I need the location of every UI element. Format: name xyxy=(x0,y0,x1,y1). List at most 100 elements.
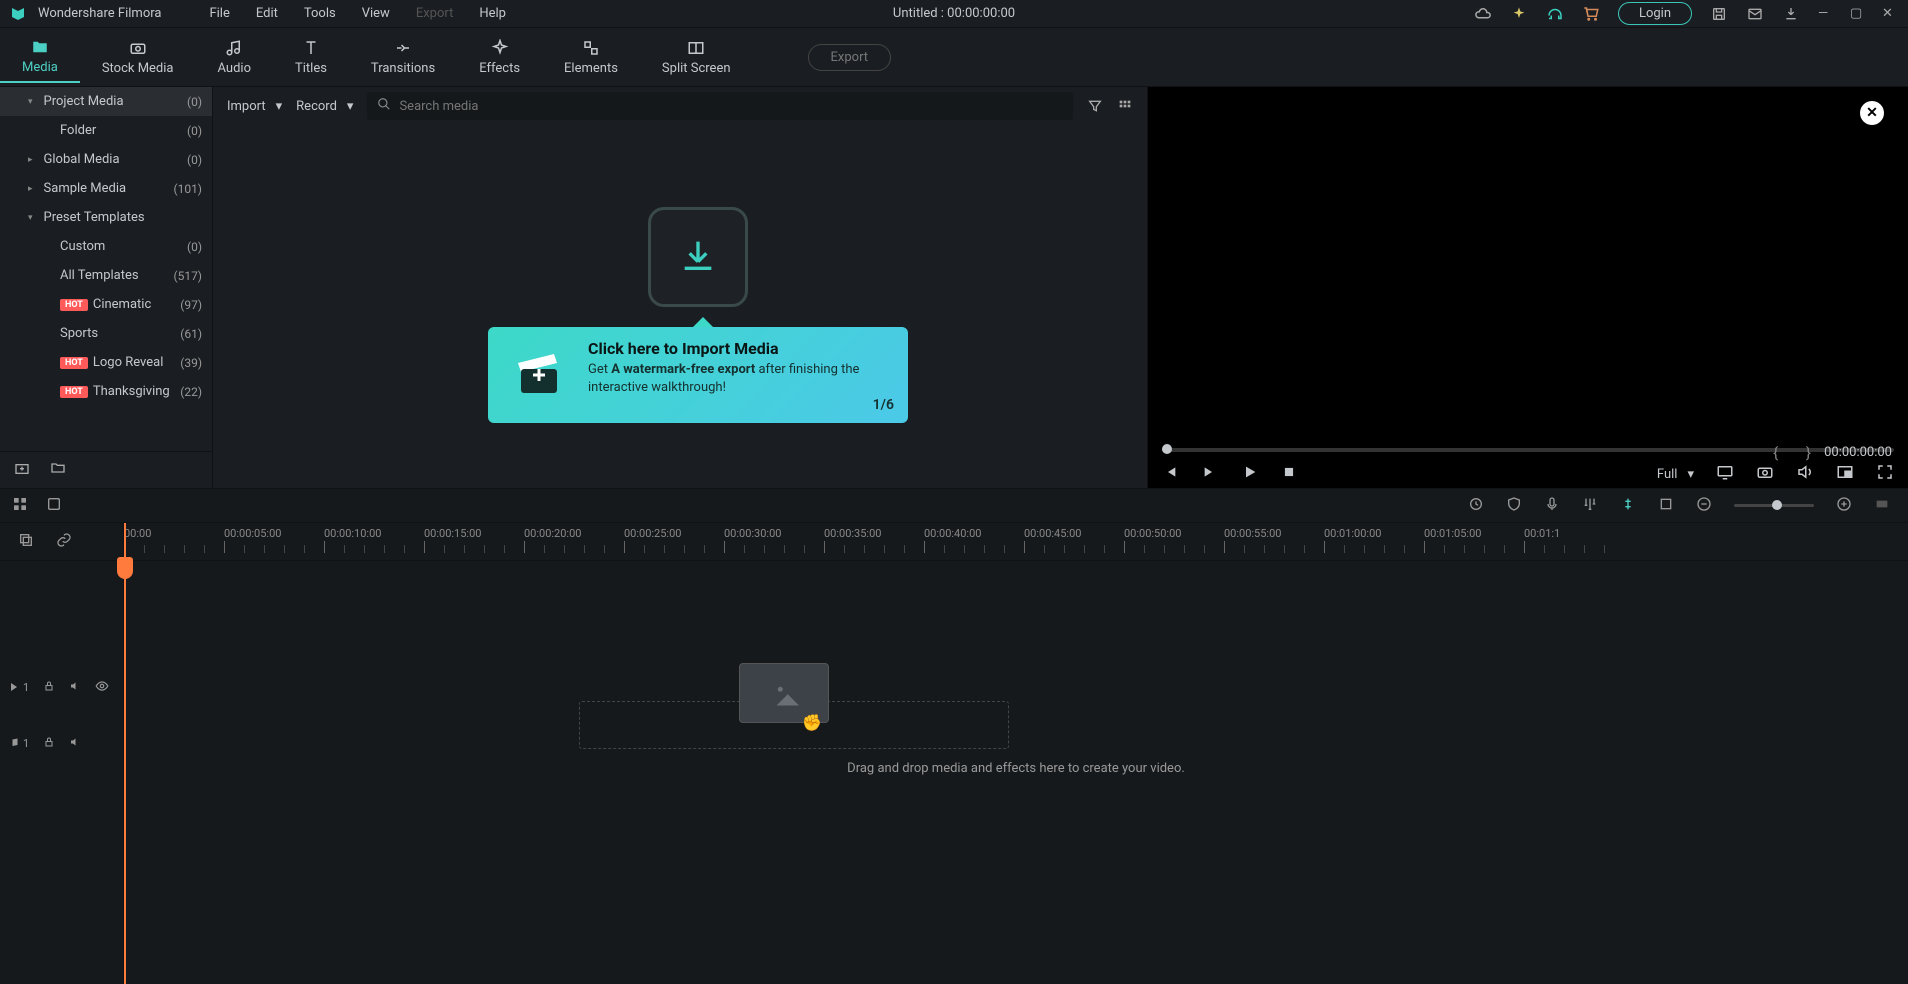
sidebar-item-count: (0) xyxy=(187,95,202,109)
hot-badge: HOT xyxy=(60,357,88,369)
tab-transitions[interactable]: Transitions xyxy=(349,33,457,82)
in-out-marks[interactable]: { } xyxy=(1773,444,1823,462)
tooltip-body: Get A watermark-free export after finish… xyxy=(588,361,892,396)
mic-download-icon[interactable] xyxy=(1782,5,1800,23)
sidebar-item-logo-reveal[interactable]: HOTLogo Reveal(39) xyxy=(0,348,212,377)
sidebar-item-label: Thanksgiving xyxy=(93,384,170,399)
tab-split-screen[interactable]: Split Screen xyxy=(640,33,753,82)
quality-select[interactable]: Full ▾ xyxy=(1657,467,1694,482)
play-icon[interactable] xyxy=(1242,464,1258,484)
maximize-icon[interactable]: ▢ xyxy=(1850,6,1864,21)
playhead-grip[interactable] xyxy=(117,557,133,579)
snapshot-icon[interactable] xyxy=(1756,463,1774,485)
audio-track-head[interactable]: 1 xyxy=(0,715,123,771)
headset-icon[interactable] xyxy=(1546,5,1564,23)
zoom-in-icon[interactable] xyxy=(1836,496,1852,516)
menu-tools[interactable]: Tools xyxy=(291,6,349,21)
tl-mixer-icon[interactable] xyxy=(1582,496,1598,516)
grab-cursor-icon: ✊ xyxy=(802,713,822,732)
sidebar-item-all-templates[interactable]: All Templates(517) xyxy=(0,261,212,290)
timeline-playhead[interactable] xyxy=(124,523,126,984)
prev-frame-icon[interactable] xyxy=(1162,464,1178,484)
tl-shield-icon[interactable] xyxy=(1506,496,1522,516)
filter-icon[interactable] xyxy=(1087,98,1103,114)
zoom-thumb[interactable] xyxy=(1772,500,1782,510)
mail-icon[interactable] xyxy=(1746,5,1764,23)
sidebar-item-global-media[interactable]: ▸Global Media(0) xyxy=(0,145,212,174)
cart-icon[interactable] xyxy=(1582,5,1600,23)
sidebar-item-label: Folder xyxy=(60,123,96,138)
minimize-icon[interactable]: — xyxy=(1818,6,1832,21)
sparkle-icon[interactable] xyxy=(1510,5,1528,23)
menu-help[interactable]: Help xyxy=(466,6,519,21)
export-button[interactable]: Export xyxy=(808,44,892,71)
tl-voice-icon[interactable] xyxy=(1544,496,1560,516)
grid-icon[interactable] xyxy=(1117,98,1133,114)
sidebar-item-count: (101) xyxy=(173,182,202,196)
sidebar-item-custom[interactable]: Custom(0) xyxy=(0,232,212,261)
tab-titles[interactable]: Titles xyxy=(273,33,349,82)
menu-view[interactable]: View xyxy=(349,6,403,21)
sidebar-item-sample-media[interactable]: ▸Sample Media(101) xyxy=(0,174,212,203)
menu-export[interactable]: Export xyxy=(403,6,467,21)
lock-icon[interactable] xyxy=(43,680,55,695)
import-dropdown[interactable]: Import ▾ xyxy=(227,99,282,114)
close-icon[interactable]: ✕ xyxy=(1882,6,1896,21)
display-icon[interactable] xyxy=(1716,463,1734,485)
sidebar-item-preset-templates[interactable]: ▾Preset Templates xyxy=(0,203,212,232)
timeline-tracks[interactable]: 00:0000:00:05:0000:00:10:0000:00:15:0000… xyxy=(124,523,1908,984)
playhead-dot[interactable] xyxy=(1162,444,1172,454)
menu-file[interactable]: File xyxy=(196,6,242,21)
search-box[interactable] xyxy=(367,92,1073,120)
clapper-icon xyxy=(504,339,574,411)
caret-icon: ▾ xyxy=(28,213,33,223)
cloud-icon[interactable] xyxy=(1474,5,1492,23)
stop-icon[interactable] xyxy=(1282,465,1296,483)
tl-render-icon[interactable] xyxy=(1468,496,1484,516)
tl-crop-icon[interactable] xyxy=(1658,496,1674,516)
sidebar-item-sports[interactable]: Sports(61) xyxy=(0,319,212,348)
new-folder-icon[interactable] xyxy=(50,460,66,480)
save-icon[interactable] xyxy=(1710,5,1728,23)
login-button[interactable]: Login xyxy=(1618,2,1692,25)
eye-icon[interactable] xyxy=(95,679,109,696)
tab-media[interactable]: Media xyxy=(0,32,80,83)
tl-marker-icon[interactable] xyxy=(1620,496,1636,516)
mute-icon[interactable] xyxy=(69,680,81,695)
zoom-fit-icon[interactable] xyxy=(1874,496,1890,516)
tl-grid-icon[interactable] xyxy=(12,496,28,516)
sidebar-item-folder[interactable]: Folder(0) xyxy=(0,116,212,145)
link-icon[interactable] xyxy=(56,532,72,552)
copy-icon[interactable] xyxy=(18,532,34,552)
app-name: Wondershare Filmora xyxy=(38,6,161,21)
close-preview-button[interactable]: ✕ xyxy=(1860,101,1884,125)
video-track-head[interactable]: 1 xyxy=(0,659,123,715)
next-frame-icon[interactable] xyxy=(1202,464,1218,484)
sidebar-item-project-media[interactable]: ▾Project Media(0) xyxy=(0,87,212,116)
record-dropdown[interactable]: Record ▾ xyxy=(296,99,353,114)
chevron-down-icon: ▾ xyxy=(1687,467,1694,482)
tab-elements[interactable]: Elements xyxy=(542,33,640,82)
import-media-target[interactable] xyxy=(648,207,748,307)
zoom-out-icon[interactable] xyxy=(1696,496,1712,516)
new-bin-icon[interactable] xyxy=(14,460,30,480)
ruler-tick: 00:00:10:00 xyxy=(324,527,381,540)
tooltip-title: Click here to Import Media xyxy=(588,339,892,358)
tab-effects[interactable]: Effects xyxy=(457,33,542,82)
tab-label: Effects xyxy=(479,61,520,76)
mute-icon[interactable] xyxy=(69,736,81,751)
search-input[interactable] xyxy=(399,99,1063,114)
tab-stock-media[interactable]: Stock Media xyxy=(80,33,196,82)
sidebar-item-thanksgiving[interactable]: HOTThanksgiving(22) xyxy=(0,377,212,406)
zoom-slider[interactable] xyxy=(1734,504,1814,507)
pip-icon[interactable] xyxy=(1836,463,1854,485)
timeline-ruler[interactable]: 00:0000:00:05:0000:00:10:0000:00:15:0000… xyxy=(124,523,1908,561)
tab-label: Elements xyxy=(564,61,618,76)
volume-icon[interactable] xyxy=(1796,463,1814,485)
lock-icon[interactable] xyxy=(43,736,55,751)
menu-edit[interactable]: Edit xyxy=(243,6,291,21)
fullscreen-icon[interactable] xyxy=(1876,463,1894,485)
tab-audio[interactable]: Audio xyxy=(196,33,273,82)
sidebar-item-cinematic[interactable]: HOTCinematic(97) xyxy=(0,290,212,319)
tl-trash-icon[interactable] xyxy=(46,496,62,516)
